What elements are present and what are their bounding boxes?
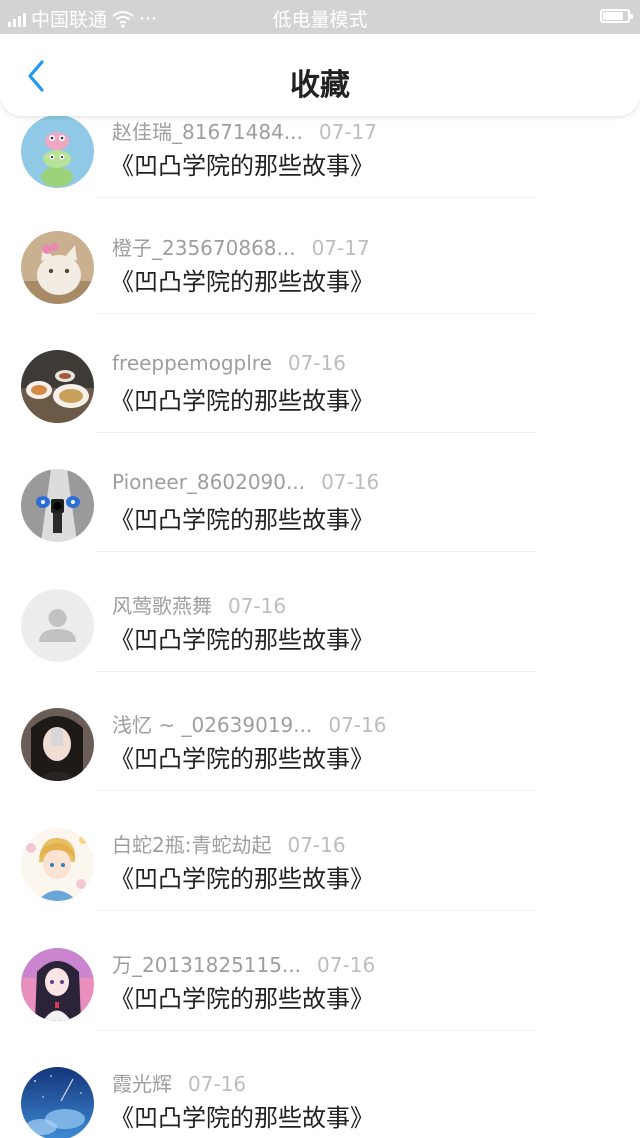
item-username: 赵佳瑞_81671484... bbox=[112, 120, 303, 144]
favorites-page: 中国联通 ··· 低电量模式 收藏 赵佳瑞_81671484... 07-17 … bbox=[0, 0, 640, 1138]
divider bbox=[96, 551, 536, 552]
item-date: 07-16 bbox=[228, 594, 287, 618]
divider bbox=[96, 313, 536, 314]
item-date: 07-17 bbox=[311, 236, 370, 260]
nav-bar: 收藏 bbox=[0, 34, 640, 116]
default-user-avatar bbox=[21, 589, 94, 662]
item-title: 《凹凸学院的那些故事》 bbox=[110, 865, 374, 893]
item-username: 霞光辉 bbox=[112, 1072, 172, 1096]
list-item[interactable]: Pioneer_8602090... 07-16 《凹凸学院的那些故事》 bbox=[0, 464, 640, 584]
battery-level bbox=[603, 12, 623, 20]
food-plates-avatar bbox=[21, 350, 94, 423]
page-title: 收藏 bbox=[290, 68, 350, 103]
item-username: 橙子_235670868... bbox=[112, 236, 296, 260]
girl-selfie-avatar bbox=[21, 708, 94, 781]
item-title: 《凹凸学院的那些故事》 bbox=[110, 152, 374, 180]
anime-boy-avatar bbox=[21, 828, 94, 901]
item-meta: 赵佳瑞_81671484... 07-17 bbox=[112, 116, 377, 145]
list-item[interactable]: 浅忆 ~ _02639019... 07-16 《凹凸学院的那些故事》 bbox=[0, 703, 640, 823]
item-meta: 风莺歌燕舞 07-16 bbox=[112, 590, 286, 619]
anime-girl-avatar bbox=[21, 948, 94, 1021]
list-item[interactable]: 风莺歌燕舞 07-16 《凹凸学院的那些故事》 bbox=[0, 584, 640, 704]
item-username: 万_20131825115... bbox=[112, 953, 302, 977]
divider bbox=[96, 671, 536, 672]
list-item[interactable]: 赵佳瑞_81671484... 07-17 《凹凸学院的那些故事》 bbox=[0, 110, 640, 230]
item-date: 07-16 bbox=[287, 833, 346, 857]
low-power-mode-label: 低电量模式 bbox=[272, 9, 368, 31]
item-meta: 浅忆 ~ _02639019... 07-16 bbox=[112, 709, 386, 738]
item-date: 07-16 bbox=[317, 953, 376, 977]
item-title: 《凹凸学院的那些故事》 bbox=[110, 985, 374, 1013]
item-title: 《凹凸学院的那些故事》 bbox=[110, 506, 374, 534]
item-meta: 橙子_235670868... 07-17 bbox=[112, 232, 370, 261]
item-username: 浅忆 ~ _02639019... bbox=[112, 713, 313, 737]
item-username: 白蛇2瓶:青蛇劫起 bbox=[112, 833, 272, 857]
item-title: 《凹凸学院的那些故事》 bbox=[110, 268, 374, 296]
cat-photo-avatar bbox=[21, 231, 94, 304]
list-item[interactable]: 霞光辉 07-16 《凹凸学院的那些故事》 bbox=[0, 1062, 640, 1138]
divider bbox=[96, 790, 536, 791]
stacked-frogs-avatar bbox=[21, 115, 94, 188]
item-date: 07-16 bbox=[287, 351, 347, 375]
item-meta: 白蛇2瓶:青蛇劫起 07-16 bbox=[112, 829, 346, 858]
list-item[interactable]: 橙子_235670868... 07-17 《凹凸学院的那些故事》 bbox=[0, 226, 640, 346]
item-date: 07-16 bbox=[321, 470, 380, 494]
item-date: 07-16 bbox=[328, 713, 387, 737]
item-meta: Pioneer_8602090... 07-16 bbox=[112, 470, 379, 494]
divider bbox=[96, 1030, 536, 1031]
item-title: 《凹凸学院的那些故事》 bbox=[110, 626, 374, 654]
status-bar: 中国联通 ··· 低电量模式 bbox=[0, 0, 640, 34]
divider bbox=[96, 197, 536, 198]
battery-icon bbox=[600, 9, 633, 23]
item-date: 07-16 bbox=[188, 1072, 247, 1096]
item-date: 07-17 bbox=[318, 120, 377, 144]
divider bbox=[96, 910, 536, 911]
item-username: Pioneer_8602090... bbox=[112, 470, 306, 494]
item-title: 《凹凸学院的那些故事》 bbox=[110, 387, 374, 415]
item-meta: 万_20131825115... 07-16 bbox=[112, 949, 375, 978]
list-item[interactable]: freeppemogplre 07-16 《凹凸学院的那些故事》 bbox=[0, 345, 640, 465]
item-meta: freeppemogplre 07-16 bbox=[112, 351, 346, 375]
item-title: 《凹凸学院的那些故事》 bbox=[110, 745, 374, 773]
item-meta: 霞光辉 07-16 bbox=[112, 1068, 246, 1097]
list-item[interactable]: 万_20131825115... 07-16 《凹凸学院的那些故事》 bbox=[0, 943, 640, 1063]
item-username: 风莺歌燕舞 bbox=[112, 594, 212, 618]
item-title: 《凹凸学院的那些故事》 bbox=[110, 1104, 374, 1132]
divider bbox=[96, 432, 536, 433]
blue-sky-avatar bbox=[21, 1067, 94, 1138]
list-item[interactable]: 白蛇2瓶:青蛇劫起 07-16 《凹凸学院的那些故事》 bbox=[0, 823, 640, 943]
item-username: freeppemogplre bbox=[112, 351, 272, 375]
anime-gun-avatar bbox=[21, 469, 94, 542]
